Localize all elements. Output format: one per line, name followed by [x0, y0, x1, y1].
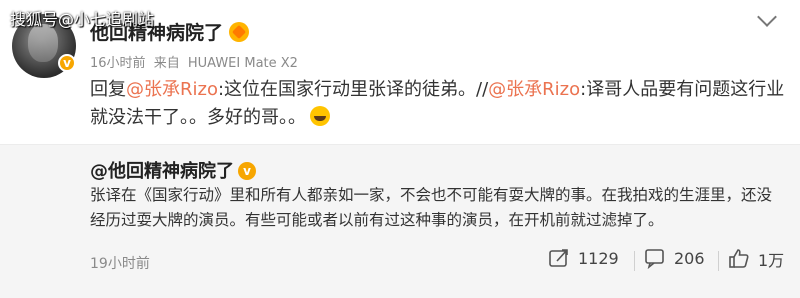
comment-button[interactable]: 206 — [644, 247, 705, 269]
quoted-time: 19小时前 — [90, 256, 150, 272]
post-text-part: :这位在国家行动里张译的徒弟。// — [217, 79, 489, 100]
source-prefix: 来自 — [153, 56, 180, 71]
quoted-author[interactable]: @他回精神病院了 v — [90, 157, 256, 183]
verified-badge-icon: v — [238, 162, 256, 180]
repost-button[interactable]: 1129 — [548, 247, 619, 269]
thumbs-up-icon — [729, 249, 749, 268]
post-text: 回复@张承Rizo:这位在国家行动里张译的徒弟。//@张承Rizo:译哥人品要有… — [90, 76, 790, 132]
post-time: 16小时前 — [90, 56, 146, 71]
laugh-emoji-icon — [310, 106, 330, 126]
mention-link[interactable]: @张承Rizo — [488, 79, 580, 100]
post-meta: 16小时前 来自 HUAWEI Mate X2 — [90, 52, 302, 71]
repost-icon — [549, 249, 568, 267]
verified-badge-icon: v — [58, 54, 76, 72]
comment-count: 206 — [674, 248, 705, 268]
repost-count: 1129 — [578, 248, 619, 268]
source-device: HUAWEI Mate X2 — [187, 56, 298, 71]
watermark: 搜狐号@小七追剧站 — [10, 10, 155, 29]
fan-badge-icon — [229, 22, 250, 42]
like-count: 1万 — [758, 251, 785, 270]
mention-link[interactable]: @张承Rizo — [126, 79, 218, 100]
quoted-text: 张译在《国家行动》里和所有人都亲如一家，不会也不可能有耍大牌的事。在我拍戏的生涯… — [90, 186, 773, 229]
divider — [634, 251, 635, 271]
comment-icon — [645, 249, 664, 269]
reply-prefix: 回复 — [90, 79, 126, 100]
quoted-author-name: @他回精神病院了 — [90, 161, 234, 182]
divider — [718, 251, 719, 271]
quoted-post[interactable]: @他回精神病院了 v 张译在《国家行动》里和所有人都亲如一家，不会也不可能有耍大牌… — [0, 144, 800, 298]
like-button[interactable]: 1万 — [728, 247, 784, 271]
